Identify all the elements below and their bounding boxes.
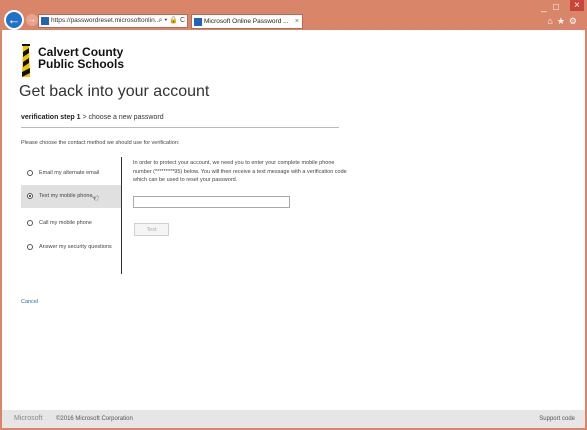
- support-code-link[interactable]: Support code: [539, 416, 575, 422]
- tab-title: Microsoft Online Password ...: [204, 18, 289, 25]
- text-button[interactable]: Text: [134, 223, 169, 236]
- phone-number-input[interactable]: [133, 196, 290, 208]
- option-security-questions[interactable]: Answer my security questions: [21, 236, 121, 259]
- option-text-phone[interactable]: Text my mobile phone: [21, 185, 121, 208]
- browser-tab[interactable]: Microsoft Online Password ... ×: [191, 14, 303, 29]
- gear-icon[interactable]: ⚙: [569, 16, 581, 26]
- address-bar[interactable]: https://passwordreset.microsoftonlin... …: [38, 14, 188, 28]
- browser-window: _ □ × ← → https://passwordreset.microsof…: [0, 0, 587, 430]
- home-icon[interactable]: ⌂: [547, 16, 556, 26]
- radio-text-phone[interactable]: [27, 193, 33, 199]
- address-controls[interactable]: ⌕ ▾ 🔒 C: [159, 15, 185, 27]
- forward-arrow-icon[interactable]: →: [26, 14, 38, 26]
- back-arrow-icon[interactable]: ←: [4, 10, 24, 30]
- option-call-phone[interactable]: Call my mobile phone: [21, 212, 121, 235]
- current-step: verification step 1: [21, 114, 81, 121]
- footer: Microsoft ©2016 Microsoft Corporation Su…: [2, 410, 585, 428]
- step-divider: [21, 127, 339, 128]
- address-text: https://passwordreset.microsoftonlin...: [51, 17, 161, 24]
- tab-favicon-icon: [194, 18, 202, 26]
- footer-copyright: ©2016 Microsoft Corporation: [56, 416, 133, 422]
- logo-line-2: Public Schools: [38, 57, 125, 71]
- mouse-cursor-icon: ☜: [91, 193, 100, 203]
- options-divider: [121, 157, 122, 274]
- minimize-button[interactable]: _: [541, 2, 547, 13]
- phone-description: In order to protect your account, we nee…: [133, 160, 347, 183]
- close-tab-icon[interactable]: ×: [295, 15, 299, 28]
- footer-brand: Microsoft: [14, 415, 43, 422]
- cancel-link[interactable]: Cancel: [21, 299, 38, 305]
- next-step: > choose a new password: [80, 114, 164, 121]
- option-call-phone-label: Call my mobile phone: [39, 220, 92, 226]
- option-security-questions-label: Answer my security questions: [39, 244, 112, 250]
- option-email-label: Email my alternate email: [39, 170, 100, 176]
- page-content: Calvert County Public Schools Get back i…: [2, 30, 585, 410]
- instruction-text: Please choose the contact method we shou…: [21, 140, 180, 146]
- school-logo-text: Calvert County Public Schools: [38, 46, 124, 70]
- option-text-phone-label: Text my mobile phone: [39, 193, 93, 199]
- radio-call-phone[interactable]: [27, 220, 33, 226]
- radio-security-questions[interactable]: [27, 244, 33, 250]
- close-window-button[interactable]: ×: [570, 0, 584, 11]
- school-logo-icon: [22, 44, 30, 77]
- option-email[interactable]: Email my alternate email: [21, 162, 121, 185]
- site-favicon-icon: [41, 17, 49, 25]
- radio-email[interactable]: [27, 170, 33, 176]
- page-title: Get back into your account: [19, 83, 210, 100]
- star-icon[interactable]: ★: [557, 16, 569, 26]
- step-breadcrumb: verification step 1 > choose a new passw…: [21, 114, 164, 121]
- title-bar: _ □ × ← → https://passwordreset.microsof…: [0, 0, 587, 30]
- toolbar-icons: ⌂★⚙: [547, 16, 581, 27]
- maximize-button[interactable]: □: [553, 2, 559, 13]
